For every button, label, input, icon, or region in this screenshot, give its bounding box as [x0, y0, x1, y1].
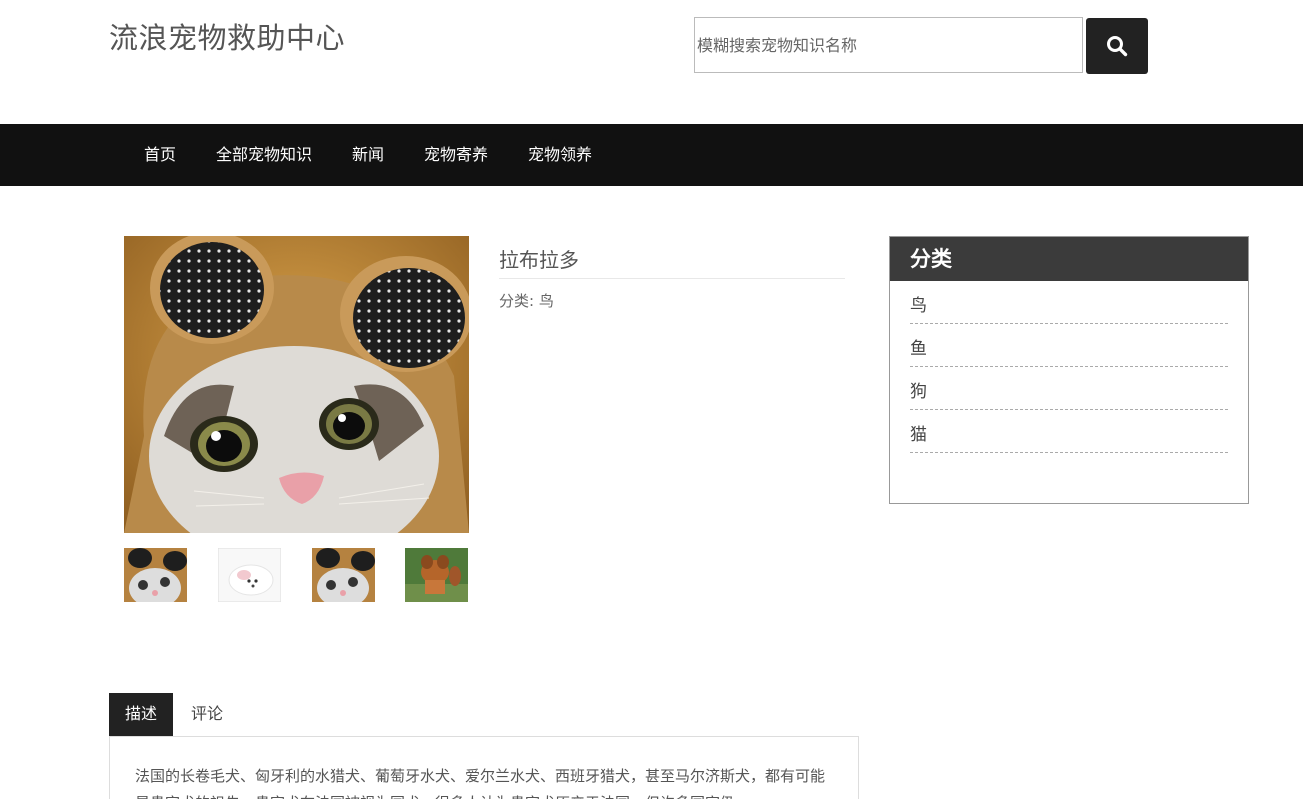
- search-button[interactable]: [1086, 18, 1148, 74]
- pet-thumbnail-4[interactable]: [405, 548, 468, 602]
- nav-pet-adoption[interactable]: 宠物领养: [528, 124, 592, 186]
- nav-pet-boarding[interactable]: 宠物寄养: [424, 124, 488, 186]
- pet-name: 拉布拉多: [499, 248, 579, 272]
- main-navbar: 首页 全部宠物知识 新闻 宠物寄养 宠物领养: [0, 124, 1303, 186]
- search-input[interactable]: [694, 17, 1083, 73]
- site-title[interactable]: 流浪宠物救助中心: [109, 15, 345, 57]
- description-text: 法国的长卷毛犬、匈牙利的水猎犬、葡萄牙水犬、爱尔兰水犬、西班牙猎犬，甚至马尔济斯…: [135, 767, 826, 799]
- pet-name-divider: [499, 278, 845, 279]
- pet-thumbnail-1[interactable]: [124, 548, 187, 602]
- tab-comments[interactable]: 评论: [176, 693, 238, 737]
- tab-description[interactable]: 描述: [109, 693, 173, 737]
- category-panel: 分类 鸟 鱼 狗 猫: [889, 236, 1249, 504]
- search-icon: [1107, 36, 1128, 57]
- category-panel-title: 分类: [890, 237, 1248, 281]
- pet-category: 分类: 鸟: [499, 292, 554, 310]
- nav-news[interactable]: 新闻: [352, 124, 384, 186]
- category-item-dog[interactable]: 狗: [910, 367, 1228, 410]
- category-list: 鸟 鱼 狗 猫: [910, 281, 1228, 453]
- category-item-bird[interactable]: 鸟: [910, 281, 1228, 324]
- pet-main-image: [124, 236, 469, 533]
- pet-thumbnail-3[interactable]: [312, 548, 375, 602]
- nav-home[interactable]: 首页: [144, 124, 176, 186]
- nav-all-pet-knowledge[interactable]: 全部宠物知识: [216, 124, 312, 186]
- description-panel: 法国的长卷毛犬、匈牙利的水猎犬、葡萄牙水犬、爱尔兰水犬、西班牙猎犬，甚至马尔济斯…: [109, 736, 859, 799]
- category-item-fish[interactable]: 鱼: [910, 324, 1228, 367]
- pet-thumbnail-2[interactable]: [218, 548, 281, 602]
- category-item-cat[interactable]: 猫: [910, 410, 1228, 453]
